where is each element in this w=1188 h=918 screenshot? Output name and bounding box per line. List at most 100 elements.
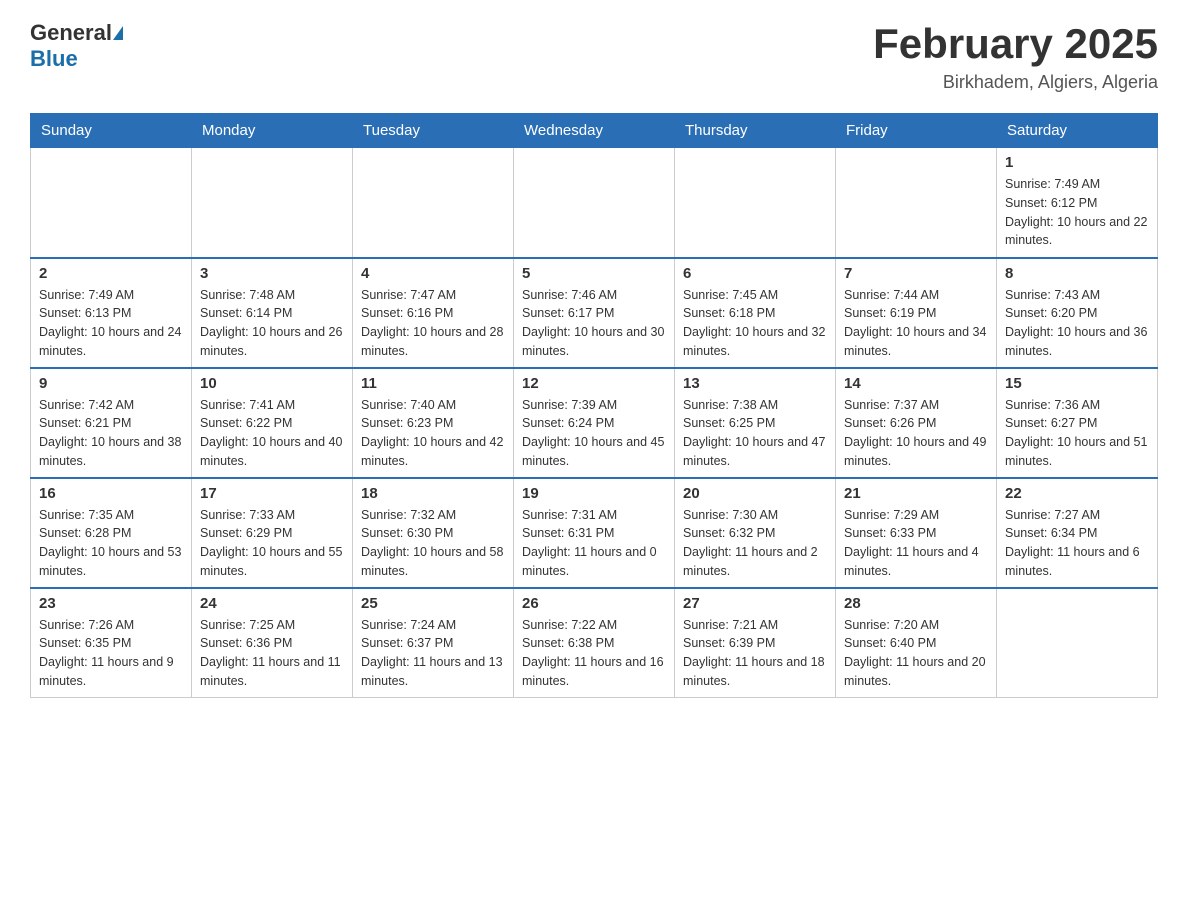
calendar-cell: 13 Sunrise: 7:38 AMSunset: 6:25 PMDayligh… — [675, 368, 836, 478]
calendar-week-4: 16 Sunrise: 7:35 AMSunset: 6:28 PMDayligh… — [31, 478, 1158, 588]
location-text: Birkhadem, Algiers, Algeria — [873, 72, 1158, 93]
calendar-cell: 19 Sunrise: 7:31 AMSunset: 6:31 PMDayligh… — [514, 478, 675, 588]
calendar-cell: 5 Sunrise: 7:46 AMSunset: 6:17 PMDaylight… — [514, 258, 675, 368]
day-number: 16 — [39, 485, 183, 502]
day-info: Sunrise: 7:29 AMSunset: 6:33 PMDaylight:… — [844, 506, 988, 581]
day-number: 4 — [361, 265, 505, 282]
day-info: Sunrise: 7:25 AMSunset: 6:36 PMDaylight:… — [200, 616, 344, 691]
calendar-cell — [353, 148, 514, 258]
day-number: 5 — [522, 265, 666, 282]
logo-arrow-icon — [113, 26, 123, 40]
day-info: Sunrise: 7:31 AMSunset: 6:31 PMDaylight:… — [522, 506, 666, 581]
calendar-cell: 25 Sunrise: 7:24 AMSunset: 6:37 PMDayligh… — [353, 588, 514, 698]
day-number: 12 — [522, 375, 666, 392]
calendar-cell: 15Sunrise: 7:36 AMSunset: 6:27 PMDayligh… — [997, 368, 1158, 478]
day-info: Sunrise: 7:48 AMSunset: 6:14 PMDaylight:… — [200, 286, 344, 361]
day-info: Sunrise: 7:38 AMSunset: 6:25 PMDaylight:… — [683, 396, 827, 471]
calendar-cell — [192, 148, 353, 258]
calendar-cell: 20 Sunrise: 7:30 AMSunset: 6:32 PMDayligh… — [675, 478, 836, 588]
calendar-cell: 23 Sunrise: 7:26 AMSunset: 6:35 PMDayligh… — [31, 588, 192, 698]
calendar-cell: 21 Sunrise: 7:29 AMSunset: 6:33 PMDayligh… — [836, 478, 997, 588]
calendar-cell: 8 Sunrise: 7:43 AMSunset: 6:20 PMDaylight… — [997, 258, 1158, 368]
weekday-header-tuesday: Tuesday — [353, 114, 514, 148]
logo-blue-text: Blue — [30, 46, 78, 71]
calendar-cell: 3 Sunrise: 7:48 AMSunset: 6:14 PMDaylight… — [192, 258, 353, 368]
logo-general-text: General — [30, 20, 112, 46]
day-info: Sunrise: 7:45 AMSunset: 6:18 PMDaylight:… — [683, 286, 827, 361]
weekday-header-sunday: Sunday — [31, 114, 192, 148]
calendar-cell: 9Sunrise: 7:42 AMSunset: 6:21 PMDaylight… — [31, 368, 192, 478]
calendar-cell: 17 Sunrise: 7:33 AMSunset: 6:29 PMDayligh… — [192, 478, 353, 588]
calendar-cell — [836, 148, 997, 258]
day-number: 11 — [361, 375, 505, 392]
day-number: 3 — [200, 265, 344, 282]
day-info: Sunrise: 7:43 AMSunset: 6:20 PMDaylight:… — [1005, 286, 1149, 361]
calendar-cell: 16 Sunrise: 7:35 AMSunset: 6:28 PMDayligh… — [31, 478, 192, 588]
day-info: Sunrise: 7:49 AMSunset: 6:12 PMDaylight:… — [1005, 175, 1149, 250]
day-number: 6 — [683, 265, 827, 282]
calendar-cell: 22Sunrise: 7:27 AMSunset: 6:34 PMDayligh… — [997, 478, 1158, 588]
day-info: Sunrise: 7:39 AMSunset: 6:24 PMDaylight:… — [522, 396, 666, 471]
day-info: Sunrise: 7:36 AMSunset: 6:27 PMDaylight:… — [1005, 396, 1149, 471]
day-info: Sunrise: 7:24 AMSunset: 6:37 PMDaylight:… — [361, 616, 505, 691]
day-number: 24 — [200, 595, 344, 612]
calendar-cell — [514, 148, 675, 258]
day-number: 26 — [522, 595, 666, 612]
day-info: Sunrise: 7:32 AMSunset: 6:30 PMDaylight:… — [361, 506, 505, 581]
calendar-cell — [997, 588, 1158, 698]
day-number: 8 — [1005, 265, 1149, 282]
day-number: 23 — [39, 595, 183, 612]
calendar-cell: 24 Sunrise: 7:25 AMSunset: 6:36 PMDayligh… — [192, 588, 353, 698]
calendar-week-2: 2 Sunrise: 7:49 AMSunset: 6:13 PMDaylight… — [31, 258, 1158, 368]
calendar-cell: 18 Sunrise: 7:32 AMSunset: 6:30 PMDayligh… — [353, 478, 514, 588]
day-info: Sunrise: 7:30 AMSunset: 6:32 PMDaylight:… — [683, 506, 827, 581]
calendar-cell — [31, 148, 192, 258]
day-info: Sunrise: 7:40 AMSunset: 6:23 PMDaylight:… — [361, 396, 505, 471]
page-header: General Blue February 2025 Birkhadem, Al… — [30, 20, 1158, 93]
weekday-header-wednesday: Wednesday — [514, 114, 675, 148]
day-number: 25 — [361, 595, 505, 612]
calendar-cell: 28 Sunrise: 7:20 AMSunset: 6:40 PMDayligh… — [836, 588, 997, 698]
day-info: Sunrise: 7:22 AMSunset: 6:38 PMDaylight:… — [522, 616, 666, 691]
day-info: Sunrise: 7:44 AMSunset: 6:19 PMDaylight:… — [844, 286, 988, 361]
day-info: Sunrise: 7:35 AMSunset: 6:28 PMDaylight:… — [39, 506, 183, 581]
day-info: Sunrise: 7:21 AMSunset: 6:39 PMDaylight:… — [683, 616, 827, 691]
day-info: Sunrise: 7:20 AMSunset: 6:40 PMDaylight:… — [844, 616, 988, 691]
title-section: February 2025 Birkhadem, Algiers, Algeri… — [873, 20, 1158, 93]
day-info: Sunrise: 7:49 AMSunset: 6:13 PMDaylight:… — [39, 286, 183, 361]
day-number: 20 — [683, 485, 827, 502]
calendar-cell: 2 Sunrise: 7:49 AMSunset: 6:13 PMDaylight… — [31, 258, 192, 368]
calendar-cell: 6 Sunrise: 7:45 AMSunset: 6:18 PMDaylight… — [675, 258, 836, 368]
day-info: Sunrise: 7:33 AMSunset: 6:29 PMDaylight:… — [200, 506, 344, 581]
calendar-cell: 27 Sunrise: 7:21 AMSunset: 6:39 PMDayligh… — [675, 588, 836, 698]
day-number: 14 — [844, 375, 988, 392]
calendar-cell: 12 Sunrise: 7:39 AMSunset: 6:24 PMDayligh… — [514, 368, 675, 478]
day-number: 13 — [683, 375, 827, 392]
day-info: Sunrise: 7:46 AMSunset: 6:17 PMDaylight:… — [522, 286, 666, 361]
day-number: 7 — [844, 265, 988, 282]
day-number: 27 — [683, 595, 827, 612]
day-info: Sunrise: 7:27 AMSunset: 6:34 PMDaylight:… — [1005, 506, 1149, 581]
calendar-cell — [675, 148, 836, 258]
day-number: 28 — [844, 595, 988, 612]
day-number: 9 — [39, 375, 183, 392]
day-number: 19 — [522, 485, 666, 502]
calendar-week-5: 23 Sunrise: 7:26 AMSunset: 6:35 PMDayligh… — [31, 588, 1158, 698]
day-number: 10 — [200, 375, 344, 392]
calendar-cell: 11 Sunrise: 7:40 AMSunset: 6:23 PMDayligh… — [353, 368, 514, 478]
day-info: Sunrise: 7:26 AMSunset: 6:35 PMDaylight:… — [39, 616, 183, 691]
calendar-cell: 14Sunrise: 7:37 AMSunset: 6:26 PMDayligh… — [836, 368, 997, 478]
weekday-header-thursday: Thursday — [675, 114, 836, 148]
month-title: February 2025 — [873, 20, 1158, 68]
calendar-cell: 10 Sunrise: 7:41 AMSunset: 6:22 PMDayligh… — [192, 368, 353, 478]
day-number: 21 — [844, 485, 988, 502]
day-info: Sunrise: 7:41 AMSunset: 6:22 PMDaylight:… — [200, 396, 344, 471]
day-number: 18 — [361, 485, 505, 502]
day-info: Sunrise: 7:47 AMSunset: 6:16 PMDaylight:… — [361, 286, 505, 361]
day-number: 2 — [39, 265, 183, 282]
weekday-header-saturday: Saturday — [997, 114, 1158, 148]
calendar-cell: 26 Sunrise: 7:22 AMSunset: 6:38 PMDayligh… — [514, 588, 675, 698]
logo: General Blue — [30, 20, 124, 72]
calendar-table: SundayMondayTuesdayWednesdayThursdayFrid… — [30, 113, 1158, 698]
day-number: 17 — [200, 485, 344, 502]
